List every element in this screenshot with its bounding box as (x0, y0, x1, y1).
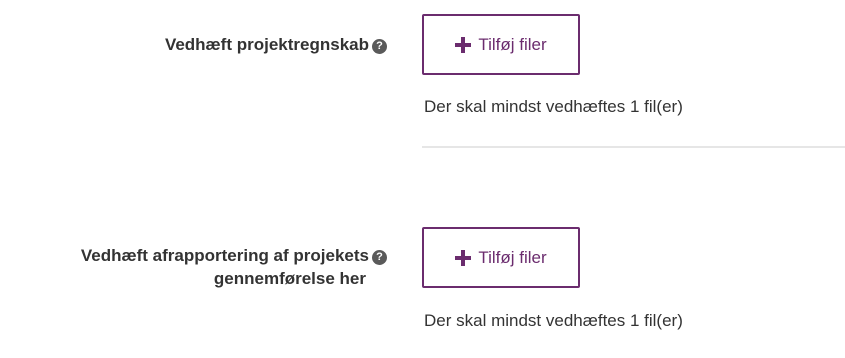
file-requirement-text: Der skal mindst vedhæftes 1 fil(er) (424, 97, 683, 116)
field-label-text: Vedhæft afrapportering af projekets (80, 246, 369, 265)
plus-icon (455, 249, 472, 266)
question-circle-icon[interactable]: ? (372, 250, 387, 265)
add-files-button-afrapportering[interactable]: Tilføj filer (422, 227, 580, 288)
question-circle-icon[interactable]: ? (372, 39, 387, 54)
add-files-button-label: Tilføj filer (478, 34, 547, 54)
field-label-projektregnskab: Vedhæft projektregnskab? (165, 33, 387, 56)
field-label-afrapportering: Vedhæft afrapportering af projekets? gen… (81, 244, 387, 290)
add-files-button-projektregnskab[interactable]: Tilføj filer (422, 14, 580, 75)
section-divider (422, 146, 845, 148)
plus-icon (455, 36, 472, 53)
file-requirement-text: Der skal mindst vedhæftes 1 fil(er) (424, 311, 683, 330)
add-files-button-label: Tilføj filer (478, 247, 547, 267)
field-label-text-line2: gennemførelse her (213, 269, 366, 288)
field-label-text: Vedhæft projektregnskab (164, 35, 369, 54)
